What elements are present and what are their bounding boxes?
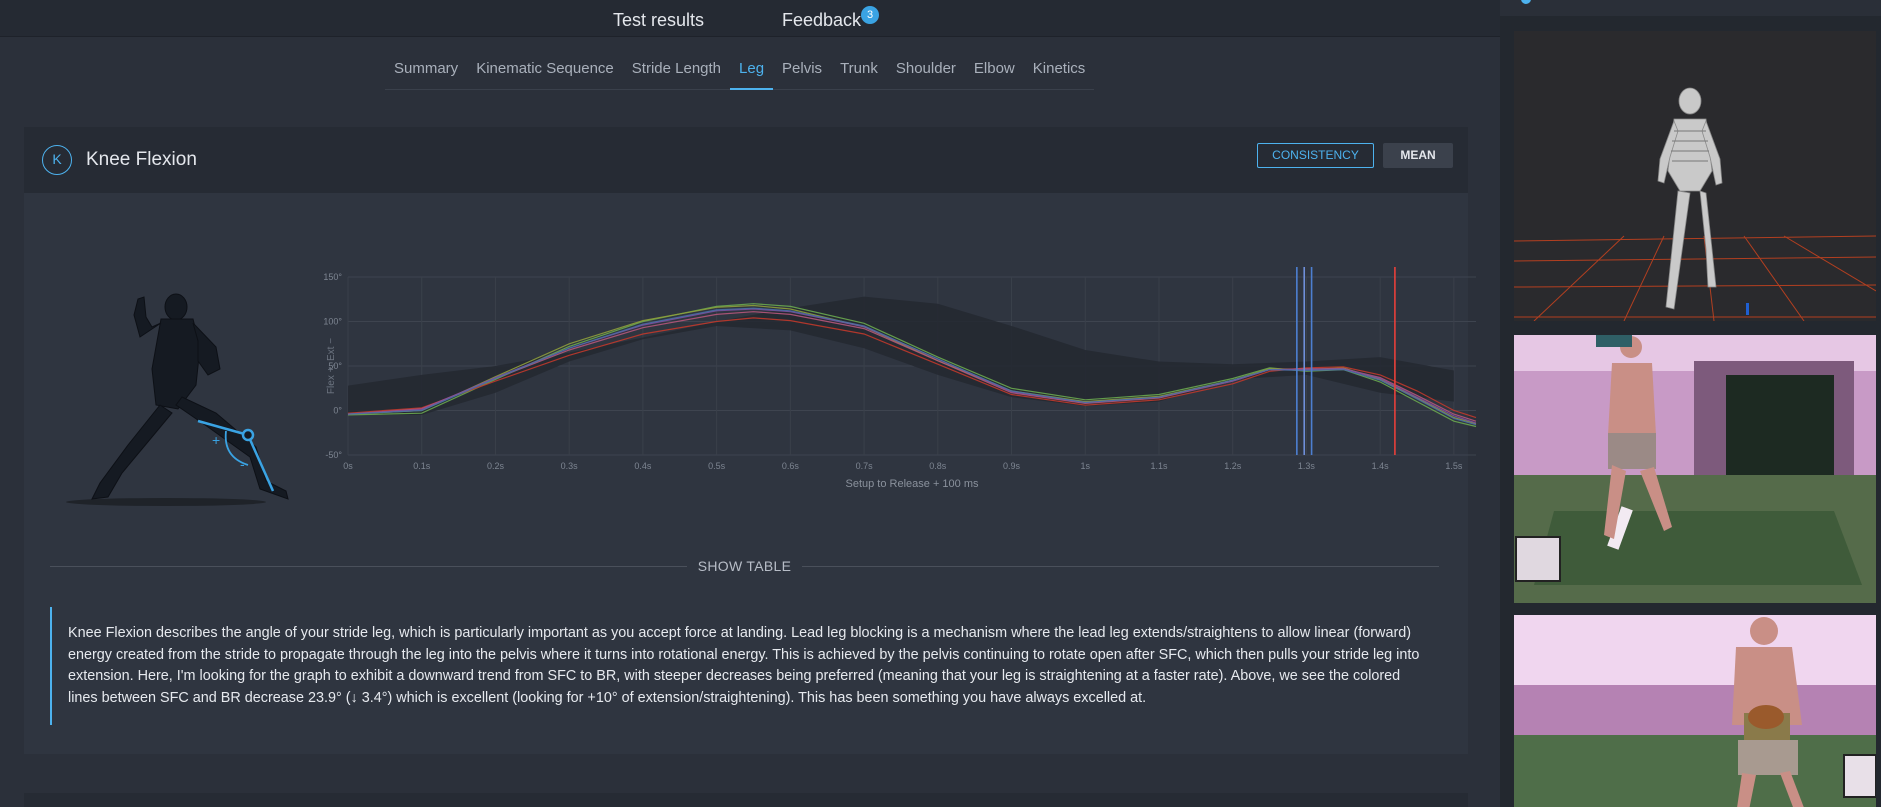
y-tick-label: 100° [324,317,342,327]
x-tick-label: 1.3s [1298,461,1316,471]
video-front-view[interactable] [1514,615,1876,807]
tab-kinematic-sequence[interactable]: Kinematic Sequence [467,50,623,90]
tab-pelvis[interactable]: Pelvis [773,50,831,90]
y-axis-label: Flex +, Ext − [326,338,337,394]
tab-summary[interactable]: Summary [385,50,467,90]
x-tick-label: 0.5s [708,461,726,471]
pitcher-figure-illustration: + - [66,293,289,506]
next-card [24,793,1468,807]
x-tick-label: 1.2s [1224,461,1242,471]
media-panel-header [1500,0,1881,16]
tab-feedback[interactable]: Feedback [782,10,861,31]
x-tick-label: 1s [1080,461,1090,471]
feedback-badge: 3 [861,6,879,24]
media-panel [1500,0,1881,807]
y-tick-label: -50° [325,450,342,460]
status-dot-icon [1521,0,1531,4]
knee-flexion-chart: -50°0°50°100°150°0s 0.1s 0.2s 0.3s 0.4s 0.5s 0… [324,267,1477,490]
x-tick-label: 1.4s [1372,461,1390,471]
show-table-button[interactable]: SHOW TABLE [687,558,802,574]
tab-test-results[interactable]: Test results [613,10,704,31]
x-tick-label: 0.9s [1003,461,1021,471]
tab-elbow[interactable]: Elbow [965,50,1024,90]
flex-plus-label: + [212,432,220,448]
card-title: Knee Flexion [86,149,197,170]
card-header: K Knee Flexion CONSISTENCY MEAN [24,127,1468,193]
video-back-view[interactable] [1514,335,1876,603]
figure-head [164,293,188,321]
x-tick-label: 0.4s [634,461,652,471]
section-tabs: Summary Kinematic Sequence Stride Length… [385,50,1095,90]
x-tick-label: 1.1s [1150,461,1168,471]
metric-letter-icon: K [42,145,72,175]
x-tick-label: 0.8s [929,461,947,471]
x-tick-label: 0.2s [487,461,505,471]
consistency-button[interactable]: CONSISTENCY [1257,143,1374,168]
tab-stride-length[interactable]: Stride Length [623,50,730,90]
x-tick-label: 0s [343,461,353,471]
knee-flexion-description: Knee Flexion describes the angle of your… [50,607,1450,725]
consistency-band [348,296,1454,415]
x-tick-label: 1.5s [1445,461,1463,471]
3d-skeleton-view[interactable] [1514,31,1876,321]
y-tick-label: 150° [324,272,342,282]
mean-button[interactable]: MEAN [1383,143,1453,168]
x-tick-label: 0.7s [856,461,874,471]
tab-trunk[interactable]: Trunk [831,50,887,90]
divider [802,566,1439,567]
x-tick-label: 0.6s [782,461,800,471]
tab-kinetics[interactable]: Kinetics [1024,50,1095,90]
x-tick-label: 0.1s [413,461,431,471]
y-tick-label: 0° [333,406,342,416]
divider [50,566,687,567]
knee-flexion-card: K Knee Flexion CONSISTENCY MEAN + - -50°… [24,127,1477,754]
x-tick-label: 0.3s [561,461,579,471]
tab-leg[interactable]: Leg [730,50,774,90]
tab-shoulder[interactable]: Shoulder [887,50,965,90]
top-nav-bar: Test results Feedback 3 [0,0,1500,37]
ext-minus-label: - [240,456,245,472]
x-axis-label: Setup to Release + 100 ms [846,478,979,490]
